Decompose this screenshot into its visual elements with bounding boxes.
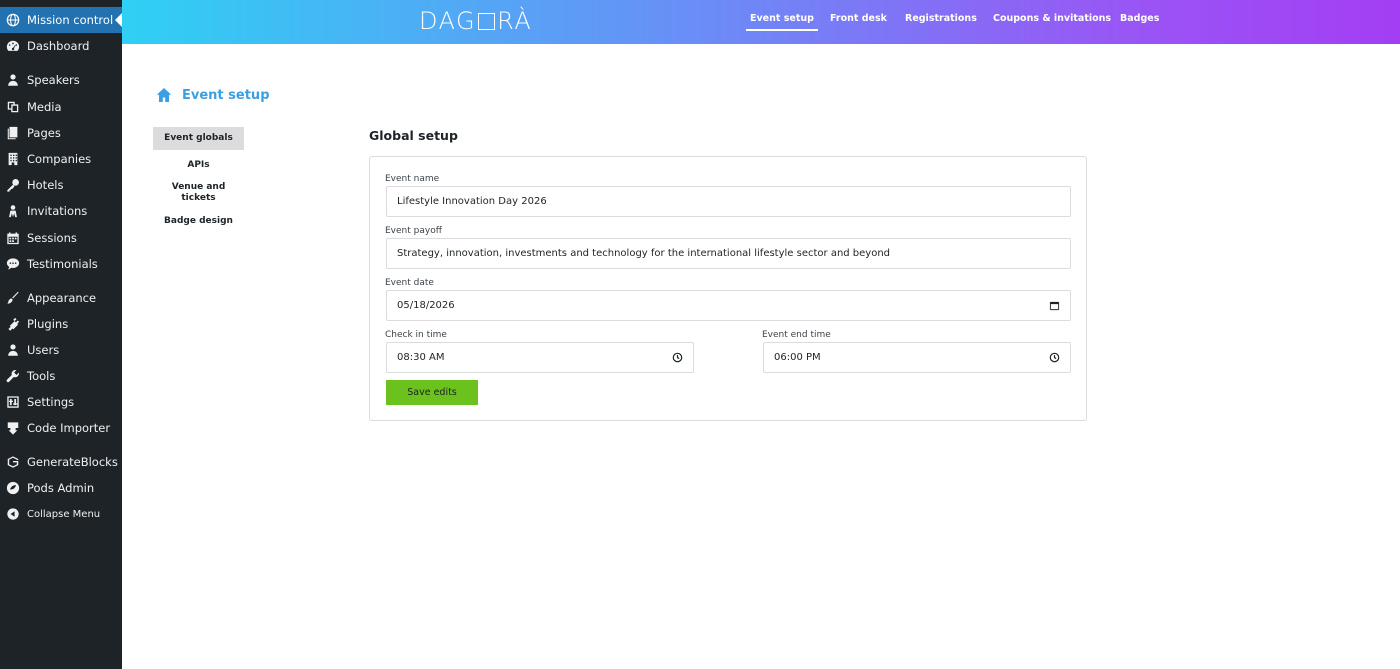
key-icon	[6, 178, 20, 192]
sidebar-item-label: Hotels	[27, 178, 64, 192]
collapse-menu-button[interactable]: Collapse Menu	[0, 501, 122, 527]
dagora-logo[interactable]: DAG RÀ	[419, 6, 532, 36]
topnav-registrations[interactable]: Registrations	[905, 13, 977, 31]
page-header: Event setup	[156, 87, 270, 103]
sidebar-item-pods-admin[interactable]: Pods Admin	[0, 475, 122, 501]
subnav-venue-line2: tickets	[181, 193, 216, 203]
sidebar-item-label: Code Importer	[27, 421, 111, 435]
sidebar-item-tools[interactable]: Tools	[0, 363, 122, 389]
sidebar-item-dashboard[interactable]: Dashboard	[0, 33, 122, 59]
collapse-icon	[6, 507, 20, 521]
event-payoff-label: Event payoff	[385, 226, 442, 236]
sidebar-item-label: Settings	[27, 395, 75, 409]
subnav-apis[interactable]: APIs	[153, 160, 244, 171]
sidebar-item-invitations[interactable]: Invitations	[0, 198, 122, 224]
sidebar-item-label: GenerateBlocks	[27, 455, 118, 469]
sidebar-item-plugins[interactable]: Plugins	[0, 311, 122, 337]
global-setup-form: Event name Lifestyle Innovation Day 2026…	[369, 156, 1087, 421]
pages-icon	[6, 126, 20, 140]
event-end-time-value: 06:00 PM	[774, 352, 821, 363]
subnav-venue-line1: Venue and	[171, 182, 226, 192]
sidebar-item-appearance[interactable]: Appearance	[0, 285, 122, 311]
subnav-venue-and-tickets[interactable]: Venue and tickets	[153, 182, 244, 204]
building-icon	[6, 152, 20, 166]
sidebar-item-label: Companies	[27, 152, 92, 166]
sidebar-item-label: Invitations	[27, 204, 88, 218]
logo-square-mark	[478, 12, 496, 30]
logo-text-left: DAG	[419, 7, 477, 35]
sidebar-item-label: Plugins	[27, 317, 69, 331]
topnav-front-desk[interactable]: Front desk	[830, 13, 887, 31]
sidebar-item-label: Users	[27, 343, 60, 357]
sidebar-item-generateblocks[interactable]: GenerateBlocks	[0, 449, 122, 475]
sidebar-item-pages[interactable]: Pages	[0, 120, 122, 146]
check-in-time-value: 08:30 AM	[397, 352, 445, 363]
admin-sidebar: Mission control Dashboard Speakers Media…	[0, 0, 122, 669]
sidebar-item-mission-control[interactable]: Mission control	[0, 7, 122, 33]
section-title: Global setup	[369, 128, 458, 143]
pods-icon	[6, 481, 20, 495]
sidebar-item-companies[interactable]: Companies	[0, 146, 122, 172]
event-date-input[interactable]: 05/18/2026	[386, 290, 1071, 321]
sidebar-item-label: Tools	[27, 369, 56, 383]
event-date-label: Event date	[385, 278, 434, 288]
import-icon	[6, 421, 20, 435]
event-payoff-input[interactable]: Strategy, innovation, investments and te…	[386, 238, 1071, 269]
subnav-event-globals[interactable]: Event globals	[153, 127, 244, 150]
sidebar-item-label: Pods Admin	[27, 481, 95, 495]
users-icon	[6, 343, 20, 357]
event-end-time-input[interactable]: 06:00 PM	[763, 342, 1071, 373]
topnav-event-setup[interactable]: Event setup	[746, 13, 818, 31]
sidebar-item-label: Appearance	[27, 291, 97, 305]
calendar-icon	[6, 231, 20, 245]
check-in-time-label: Check in time	[385, 330, 447, 340]
brush-icon	[6, 291, 20, 305]
sidebar-item-label: Speakers	[27, 73, 80, 87]
wrench-icon	[6, 369, 20, 383]
sidebar-item-users[interactable]: Users	[0, 337, 122, 363]
sidebar-item-label: Dashboard	[27, 39, 90, 53]
event-name-input[interactable]: Lifestyle Innovation Day 2026	[386, 186, 1071, 217]
save-edits-button[interactable]: Save edits	[386, 380, 478, 405]
subnav-badge-design[interactable]: Badge design	[153, 216, 244, 227]
logo-text-right: RÀ	[497, 7, 533, 35]
event-date-value: 05/18/2026	[397, 300, 455, 311]
check-in-time-input[interactable]: 08:30 AM	[386, 342, 694, 373]
user-icon	[6, 73, 20, 87]
sidebar-item-label: Collapse Menu	[27, 508, 101, 520]
sidebar-item-label: Testimonials	[27, 257, 98, 271]
media-icon	[6, 100, 20, 114]
sidebar-item-sessions[interactable]: Sessions	[0, 225, 122, 251]
sidebar-item-speakers[interactable]: Speakers	[0, 67, 122, 93]
settings-icon	[6, 395, 20, 409]
clock-icon[interactable]	[672, 352, 683, 363]
sidebar-item-code-importer[interactable]: Code Importer	[0, 415, 122, 441]
topnav-coupons-invitations[interactable]: Coupons & invitations	[993, 13, 1111, 31]
chat-icon	[6, 257, 20, 271]
sidebar-item-testimonials[interactable]: Testimonials	[0, 251, 122, 277]
sidebar-item-settings[interactable]: Settings	[0, 389, 122, 415]
page-title: Event setup	[182, 87, 270, 103]
top-navigation-bar: DAG RÀ Event setup Front desk Registratio…	[122, 0, 1400, 44]
calendar-picker-icon[interactable]	[1049, 300, 1060, 311]
clock-icon[interactable]	[1049, 352, 1060, 363]
dashboard-icon	[6, 39, 20, 53]
event-name-value: Lifestyle Innovation Day 2026	[397, 196, 547, 207]
event-name-label: Event name	[385, 174, 440, 184]
sidebar-item-media[interactable]: Media	[0, 94, 122, 120]
sidebar-item-label: Media	[27, 100, 62, 114]
blocks-icon	[6, 455, 20, 469]
sidebar-item-label: Mission control	[27, 13, 114, 27]
globe-icon	[6, 13, 20, 27]
sidebar-item-label: Pages	[27, 126, 61, 140]
topnav-badges[interactable]: Badges	[1120, 13, 1159, 31]
invitation-icon	[6, 204, 20, 218]
event-payoff-value: Strategy, innovation, investments and te…	[397, 248, 891, 259]
sidebar-item-hotels[interactable]: Hotels	[0, 172, 122, 198]
plugin-icon	[6, 317, 20, 331]
event-end-time-label: Event end time	[762, 330, 831, 340]
home-icon[interactable]	[156, 87, 172, 103]
sidebar-item-label: Sessions	[27, 231, 77, 245]
